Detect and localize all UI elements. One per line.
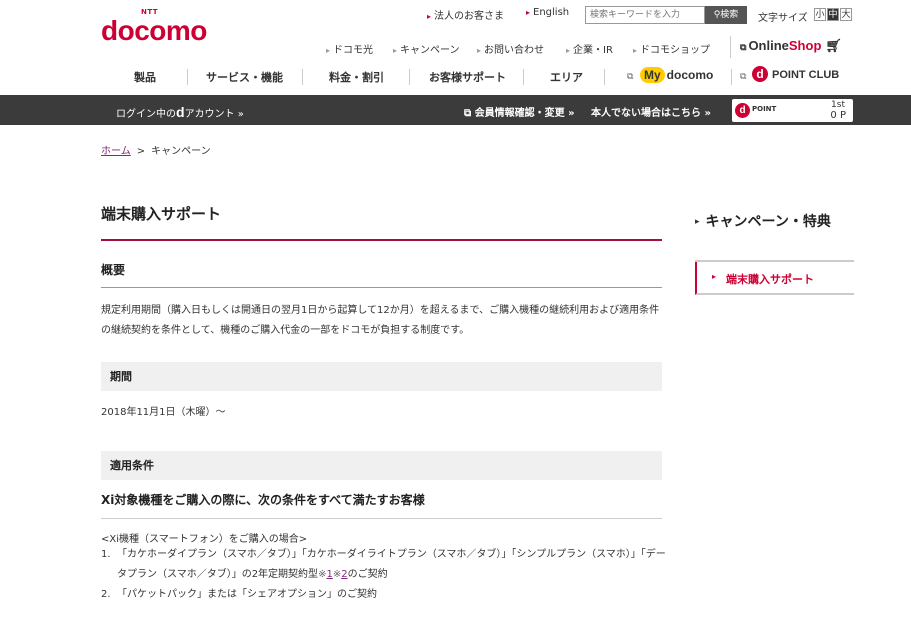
search-button[interactable]: ⚲検索 bbox=[705, 6, 747, 24]
subnav-hikari[interactable]: ▸ ドコモ光 bbox=[326, 41, 373, 56]
nav-area[interactable]: エリア bbox=[550, 69, 583, 85]
period-text: 2018年11月1日（木曜）～ bbox=[101, 407, 226, 418]
font-size-medium-button[interactable]: 中 bbox=[827, 8, 839, 21]
list-item: 1. 「カケホーダイプラン（スマホ／タブ）」「カケホーダイライトプラン（スマホ／… bbox=[101, 545, 666, 585]
nav-support[interactable]: お客様サポート bbox=[429, 69, 506, 85]
breadcrumb-current: キャンペーン bbox=[151, 146, 211, 157]
triangle-icon: ▸ bbox=[633, 46, 638, 55]
note-marker: ※ bbox=[332, 569, 342, 580]
external-link-icon: ⧉ bbox=[740, 42, 747, 52]
divider bbox=[302, 69, 303, 85]
list-number: 2. bbox=[101, 589, 111, 600]
font-size-small-button[interactable]: 小 bbox=[814, 8, 826, 21]
divider bbox=[604, 69, 605, 85]
list-number: 1. bbox=[101, 549, 111, 560]
smartphone-label: <Xi機種（スマートフォン）をご購入の場合> bbox=[101, 534, 308, 545]
triangle-icon: ▸ bbox=[393, 46, 398, 55]
nav-products[interactable]: 製品 bbox=[134, 69, 156, 85]
title-underline bbox=[101, 239, 662, 241]
corporate-link[interactable]: ▸ 法人のお客さま bbox=[427, 7, 504, 22]
conditions-subheading: Xi対象機種をご購入の際に、次の条件をすべて満たすお客様 bbox=[101, 493, 425, 507]
triangle-icon: ▸ bbox=[326, 46, 331, 55]
list-text: 「カケホーダイプラン（スマホ／タブ）」「カケホーダイライトプラン（スマホ／タブ）… bbox=[117, 549, 666, 580]
page-title: 端末購入サポート bbox=[101, 205, 222, 223]
external-link-icon: ⧉ bbox=[627, 72, 634, 82]
conditions-heading: 適用条件 bbox=[101, 451, 662, 480]
subnav-ir[interactable]: ▸ 企業・IR bbox=[566, 41, 613, 56]
sidebar-title[interactable]: ▸ キャンペーン・特典 bbox=[695, 212, 855, 232]
points-value: 0 P bbox=[830, 110, 846, 121]
not-me-link[interactable]: 本人でない場合はこちら » bbox=[591, 104, 711, 119]
triangle-icon: ▸ bbox=[427, 12, 432, 21]
d-logo-icon: d bbox=[176, 104, 185, 120]
divider bbox=[731, 69, 732, 85]
my-docomo-link[interactable]: My docomo bbox=[640, 67, 713, 83]
d-account-link[interactable]: ログイン中のdアカウント » bbox=[116, 104, 244, 120]
nav-services[interactable]: サービス・機能 bbox=[206, 69, 283, 85]
subnav-campaign[interactable]: ▸ キャンペーン bbox=[393, 41, 460, 56]
online-shop-link[interactable]: ⧉ OnlineShop 🛒︎ bbox=[740, 38, 842, 54]
triangle-icon: ▸ bbox=[526, 8, 531, 17]
external-link-icon: ⧉ bbox=[740, 72, 747, 82]
docomo-wordmark: docomo bbox=[101, 15, 207, 46]
divider bbox=[187, 69, 188, 85]
period-heading: 期間 bbox=[101, 362, 662, 391]
sidebar-item-device-support[interactable]: ▸ 端末購入サポート bbox=[695, 262, 854, 295]
divider bbox=[409, 69, 410, 85]
divider bbox=[101, 518, 662, 519]
triangle-icon: ▸ bbox=[566, 46, 571, 55]
divider bbox=[101, 287, 662, 288]
dpoint-icon: d bbox=[735, 103, 750, 118]
font-size-label: 文字サイズ bbox=[758, 13, 808, 24]
rank-badge: 1st bbox=[831, 100, 845, 110]
overview-heading: 概要 bbox=[101, 263, 126, 277]
cart-icon: 🛒︎ bbox=[825, 38, 842, 53]
divider bbox=[523, 69, 524, 85]
divider bbox=[730, 36, 731, 58]
breadcrumb-home-link[interactable]: ホーム bbox=[101, 146, 131, 157]
list-text: 「パケットパック」または「シェアオプション」のご契約 bbox=[117, 589, 377, 600]
subnav-shop[interactable]: ▸ ドコモショップ bbox=[633, 41, 710, 56]
search-input[interactable] bbox=[585, 6, 705, 24]
triangle-icon: ▸ bbox=[712, 272, 717, 281]
triangle-icon: ▸ bbox=[477, 46, 482, 55]
subnav-contact[interactable]: ▸ お問い合わせ bbox=[477, 41, 544, 56]
nav-pricing[interactable]: 料金・割引 bbox=[329, 69, 384, 85]
dpoint-club-link[interactable]: d POINT CLUB bbox=[752, 66, 839, 82]
breadcrumb: ホーム > キャンペーン bbox=[101, 142, 211, 157]
member-info-link[interactable]: ⧉ 会員情報確認・変更 » bbox=[464, 104, 575, 119]
font-size-large-button[interactable]: 大 bbox=[840, 8, 852, 21]
dpoint-widget[interactable]: d POINT 1st 0 P bbox=[732, 99, 853, 122]
breadcrumb-separator: > bbox=[136, 146, 146, 157]
english-link[interactable]: ▸ English bbox=[526, 7, 569, 18]
external-link-icon: ⧉ bbox=[464, 108, 475, 119]
sidebar-item-label: 端末購入サポート bbox=[726, 273, 814, 286]
list-item: 2. 「パケットパック」または「シェアオプション」のご契約 bbox=[101, 585, 666, 605]
dpoint-label: POINT bbox=[752, 105, 777, 113]
overview-text: 規定利用期間（購入日もしくは開通日の翌月1日から起算して12か月）を超えるまで、… bbox=[101, 305, 660, 336]
triangle-icon: ▸ bbox=[695, 217, 700, 227]
